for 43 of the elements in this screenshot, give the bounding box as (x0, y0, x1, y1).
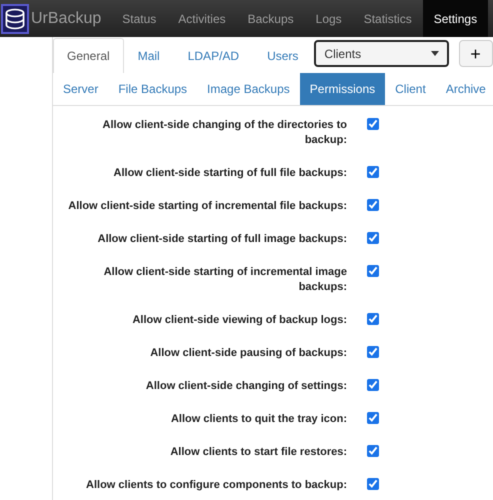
tab[interactable]: Server (53, 73, 108, 105)
setting-label: Allow client-side changing of the directories to backup: (102, 118, 347, 148)
nav-link[interactable]: Logs (304, 0, 353, 37)
setting-label: Allow client-side viewing of backup logs: (131, 313, 347, 328)
nav-link[interactable]: Activities (167, 0, 237, 37)
nav-link[interactable]: Statistics (352, 0, 423, 37)
nav-link[interactable]: Settings (422, 0, 488, 37)
setting-label: Allow clients to configure components to backup: (85, 478, 347, 493)
setting-label: Allow clients to start file restores: (169, 445, 347, 460)
nav-link[interactable]: Status (111, 0, 168, 37)
checkbox[interactable] (367, 379, 379, 391)
tab[interactable]: General (53, 38, 124, 73)
nav-link[interactable]: Backups (236, 0, 305, 37)
caret-icon (431, 51, 440, 56)
checkbox[interactable] (367, 346, 379, 358)
checkbox[interactable] (367, 313, 379, 325)
setting-label: Allow client-side changing of settings: (144, 379, 347, 394)
add-button[interactable]: + (459, 40, 493, 67)
database-icon (1, 4, 29, 34)
setting-label: Allow client-side pausing of backups: (149, 346, 347, 361)
tab[interactable]: Users (253, 38, 312, 73)
tab[interactable]: Permissions (300, 73, 386, 105)
checkbox[interactable] (367, 232, 379, 244)
tab[interactable]: Mail (124, 38, 174, 73)
setting-label: Allow client-side starting of full image backups: (96, 232, 347, 247)
tab[interactable]: Archive (436, 73, 493, 105)
checkbox[interactable] (367, 445, 379, 457)
checkbox[interactable] (367, 166, 379, 178)
tab[interactable]: File Backups (108, 73, 198, 105)
setting-label: Allow client-side starting of incremental file backups: (67, 199, 347, 214)
tab[interactable]: Client (385, 73, 436, 105)
setting-label: Allow client-side starting of full file backups: (112, 166, 347, 181)
checkbox[interactable] (367, 412, 379, 424)
checkbox[interactable] (367, 118, 379, 130)
checkbox[interactable] (367, 265, 379, 277)
client-dropdown[interactable]: Clients (314, 40, 450, 67)
checkbox[interactable] (367, 478, 379, 490)
tab[interactable]: Image Backups (197, 73, 300, 105)
setting-label: Allow client-side starting of incremental image backups: (102, 265, 347, 295)
setting-label: Allow clients to quit the tray icon: (170, 412, 347, 427)
brand-name: UrBackup (31, 8, 102, 28)
checkbox[interactable] (367, 199, 379, 211)
tab[interactable]: LDAP/AD (174, 38, 254, 73)
